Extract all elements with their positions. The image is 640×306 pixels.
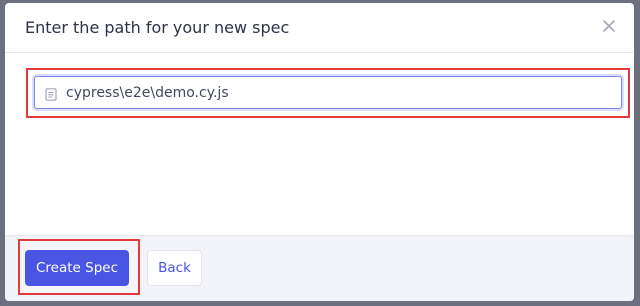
close-icon[interactable] [600,17,618,35]
dialog-footer: Create Spec Back [5,235,634,301]
dialog-header: Enter the path for your new spec [5,3,634,53]
create-spec-button[interactable]: Create Spec [25,250,129,286]
back-button[interactable]: Back [147,250,202,286]
dialog-title: Enter the path for your new spec [25,18,290,37]
spec-path-input[interactable] [66,78,606,107]
file-icon [45,86,57,101]
new-spec-dialog: Enter the path for your new spec Create … [5,3,634,301]
spec-path-field[interactable] [34,76,622,109]
dialog-body [5,53,634,236]
